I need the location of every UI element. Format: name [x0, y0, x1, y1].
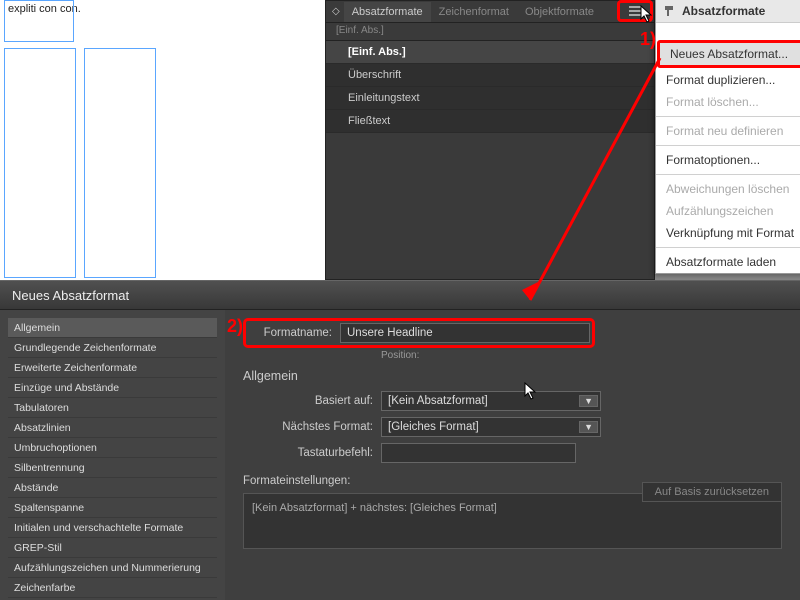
dialog-title: Neues Absatzformat	[0, 280, 800, 310]
sidebar-item[interactable]: Umbruchoptionen	[8, 438, 217, 458]
diamond-icon: ◇	[332, 6, 340, 17]
separator	[656, 174, 800, 175]
style-item[interactable]: Fließtext	[326, 110, 654, 133]
format-name-label: Formatname:	[248, 327, 332, 339]
tab-paragraph-styles[interactable]: Absatzformate	[344, 2, 431, 22]
paragraph-styles-panel: ◇ Absatzformate Zeichenformat Objektform…	[325, 0, 655, 280]
chevron-down-icon: ▼	[579, 421, 598, 433]
style-list: [Einf. Abs.] Überschrift Einleitungstext…	[326, 41, 654, 133]
menu-load-styles[interactable]: Absatzformate laden	[656, 251, 800, 273]
sidebar-item[interactable]: Spaltenspanne	[8, 498, 217, 518]
next-style-label: Nächstes Format:	[243, 421, 373, 433]
menu-bullets: Aufzählungszeichen	[656, 200, 800, 222]
next-style-select[interactable]: [Gleiches Format] ▼	[381, 417, 601, 437]
dialog-main-panel: 2) Formatname: Position: Allgemein Basie…	[225, 310, 800, 600]
shortcut-label: Tastaturbefehl:	[243, 447, 373, 459]
section-heading-general: Allgemein	[243, 369, 782, 383]
dialog-section-list: Allgemein Grundlegende Zeichenformate Er…	[0, 310, 225, 600]
sidebar-item[interactable]: Grundlegende Zeichenformate	[8, 338, 217, 358]
separator	[656, 116, 800, 117]
tab-object-styles[interactable]: Objektformate	[517, 2, 602, 22]
new-paragraph-style-dialog: Neues Absatzformat Allgemein Grundlegend…	[0, 280, 800, 600]
annotation-step-1: 1)	[640, 29, 656, 50]
cursor-icon	[640, 5, 654, 30]
sidebar-item[interactable]: Zeichenfarbe	[8, 578, 217, 598]
menu-clear-overrides: Abweichungen löschen	[656, 178, 800, 200]
text-frame[interactable]	[84, 48, 156, 278]
sidebar-item-general[interactable]: Allgemein	[8, 318, 217, 338]
separator	[656, 247, 800, 248]
shortcut-input[interactable]	[381, 443, 576, 463]
tab-character-styles[interactable]: Zeichenformat	[431, 2, 517, 22]
based-on-select[interactable]: [Kein Absatzformat] ▼	[381, 391, 601, 411]
style-item[interactable]: Überschrift	[326, 64, 654, 87]
separator	[656, 145, 800, 146]
format-name-input[interactable]	[340, 323, 590, 343]
sidebar-item[interactable]: Tabulatoren	[8, 398, 217, 418]
paragraph-icon	[662, 4, 676, 18]
menu-duplicate-style[interactable]: Format duplizieren...	[656, 69, 800, 91]
sidebar-item[interactable]: Initialen und verschachtelte Formate	[8, 518, 217, 538]
flyout-title: Absatzformate	[656, 0, 800, 23]
sidebar-item[interactable]: Silbentrennung	[8, 458, 217, 478]
annotation-step-2: 2)	[227, 316, 243, 337]
sidebar-item[interactable]: Abstände	[8, 478, 217, 498]
panel-flyout-menu: Absatzformate Neues Absatzformat... Form…	[655, 0, 800, 274]
menu-redefine-style: Format neu definieren	[656, 120, 800, 142]
text-frame[interactable]	[4, 0, 74, 42]
reset-to-base-button[interactable]: Auf Basis zurücksetzen	[642, 482, 782, 502]
current-style-readout: [Einf. Abs.]	[326, 23, 654, 41]
sidebar-item[interactable]: Einzüge und Abstände	[8, 378, 217, 398]
flyout-title-label: Absatzformate	[682, 4, 765, 18]
sidebar-item[interactable]: Absatzlinien	[8, 418, 217, 438]
style-item[interactable]: Einleitungstext	[326, 87, 654, 110]
menu-style-options[interactable]: Formatoptionen...	[656, 149, 800, 171]
style-item[interactable]: [Einf. Abs.]	[326, 41, 654, 64]
select-value: [Gleiches Format]	[388, 421, 479, 433]
sidebar-item[interactable]: Erweiterte Zeichenformate	[8, 358, 217, 378]
menu-delete-style: Format löschen...	[656, 91, 800, 113]
chevron-down-icon: ▼	[579, 395, 598, 407]
position-label: Position:	[381, 350, 782, 361]
panel-tab-bar: ◇ Absatzformate Zeichenformat Objektform…	[326, 1, 654, 23]
menu-new-paragraph-style[interactable]: Neues Absatzformat...	[657, 40, 800, 68]
sidebar-item[interactable]: Aufzählungszeichen und Nummerierung	[8, 558, 217, 578]
sidebar-item[interactable]: GREP-Stil	[8, 538, 217, 558]
select-value: [Kein Absatzformat]	[388, 395, 488, 407]
menu-break-link[interactable]: Verknüpfung mit Format	[656, 222, 800, 244]
text-frame[interactable]	[4, 48, 76, 278]
cursor-icon	[524, 382, 538, 407]
document-canvas: expliti con con.	[0, 0, 325, 280]
based-on-label: Basiert auf:	[243, 395, 373, 407]
